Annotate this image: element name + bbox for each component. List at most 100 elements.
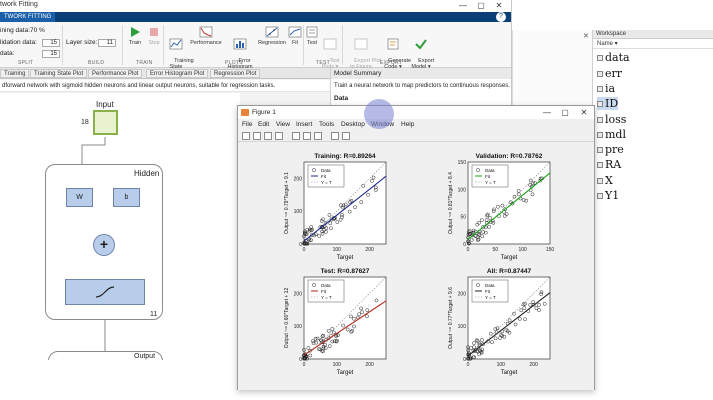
generate-code-icon [387,38,399,50]
fit-icon [288,26,302,38]
tab-performance-plot[interactable]: Performance Plot [88,69,143,78]
tab-network-fitting[interactable]: TWORK FITTING [0,12,56,22]
menu-edit[interactable]: Edit [258,120,269,130]
legend-label: Y = T [485,295,496,300]
tab-training-state-plot[interactable]: Training State Plot [30,69,88,78]
section-split: SPLIT [18,60,34,66]
network-description: dforward network with sigmoid hidden neu… [0,80,330,92]
workspace-name-column[interactable]: Name ▾ [593,39,713,49]
regression-button[interactable]: Regression [257,26,287,46]
variable-icon [597,86,603,92]
legend-label: Y = T [321,295,332,300]
legend-label: Data [321,168,331,173]
performance-icon [199,26,213,38]
workspace-item[interactable]: ia [597,82,615,95]
hidden-label: Hidden [134,169,160,178]
layer-size-label: Layer size: [66,39,98,46]
fit-button[interactable]: Fit [288,26,302,46]
plot-title: Validation: R=0.78762 [476,153,543,160]
figure-toolbar [238,131,594,142]
training-data-value[interactable]: 70 % [30,27,45,34]
workspace-item[interactable]: pre [597,143,624,156]
training-state-icon [169,38,183,50]
workspace-item[interactable]: loss [597,113,626,126]
x-axis-label: Target [337,255,354,261]
legend-label: Data [485,283,495,288]
export-plot-icon [354,38,368,50]
y-tick-label: 200 [458,291,467,297]
workspace-item[interactable]: err [597,67,622,80]
section-test: TEST [316,60,330,66]
maximize-button[interactable]: ▢ [473,0,489,12]
variable-icon [597,193,603,199]
legend-label: Data [485,168,495,173]
print-icon[interactable] [275,132,283,140]
x-tick-label: 200 [365,362,374,368]
menu-desktop[interactable]: Desktop [341,120,365,130]
tab-training[interactable]: Training [0,69,30,78]
help-icon[interactable]: ? [496,12,506,22]
layer-size-field[interactable]: 11 [98,39,116,47]
x-tick-label: 150 [546,247,555,253]
workspace-item[interactable]: mdl [597,128,626,141]
menu-insert[interactable]: Insert [296,120,312,130]
y-tick-label: 200 [294,176,303,182]
variable-icon [597,162,603,168]
pointer-icon[interactable] [331,132,339,140]
workspace-item-selected[interactable]: ID [597,97,619,110]
menu-tools[interactable]: Tools [319,120,334,130]
menu-file[interactable]: File [242,120,252,130]
y-tick-label: 100 [294,209,303,215]
stop-button[interactable]: Stop [146,26,162,46]
workspace-item[interactable]: X [597,174,613,187]
section-train: TRAIN [136,60,153,66]
network-diagram: Input 18 Hidden W b + 11 Output [0,93,240,360]
workspace-item[interactable]: Y1 [597,189,619,202]
performance-button[interactable]: Performance [189,26,223,46]
train-button[interactable]: Train [125,26,145,46]
menu-view[interactable]: View [276,120,290,130]
insert-legend-icon[interactable] [314,132,322,140]
minimize-button[interactable]: — [455,0,471,12]
insert-colorbar-icon[interactable] [303,132,311,140]
link-plot-icon[interactable] [292,132,300,140]
tab-error-histogram-plot[interactable]: Error Histogram Plot [146,69,209,78]
legend-label: Y = T [485,180,496,185]
test-data-field[interactable]: 15 [42,50,60,58]
divider [163,25,164,65]
weight-box: W [66,188,93,207]
test-icon [306,26,318,38]
test-button[interactable]: Test [305,26,319,46]
stop-icon [150,28,158,36]
hidden-count: 11 [150,311,158,318]
new-figure-icon[interactable] [242,132,250,140]
save-icon[interactable] [264,132,272,140]
tab-regression-plot[interactable]: Regression Plot [210,69,261,78]
property-editor-icon[interactable] [342,132,350,140]
workspace-item[interactable]: data [597,51,630,64]
figure-minimize-button[interactable]: — [538,106,556,119]
y-tick-label: 0 [299,357,302,363]
editor-header-icons: ✕ [583,33,589,40]
x-axis-label: Target [501,370,518,376]
workspace-item[interactable]: RA [597,158,621,171]
figure-maximize-button[interactable]: ▢ [556,106,574,119]
checkmark-icon [415,39,427,50]
y-tick-label: 150 [458,160,467,166]
x-tick-label: 0 [303,362,306,368]
activation-box [65,279,145,305]
y-axis-label: Output ~= 0.66*Target + 12 [284,288,290,349]
y-axis-label: Output ~= 0.79*Target + 9.1 [284,172,290,234]
sigmoid-icon [95,286,115,298]
x-tick-label: 100 [518,247,527,253]
menu-help[interactable]: Help [401,120,414,130]
play-icon [131,27,140,37]
divider [122,25,123,65]
figure-close-button[interactable]: ✕ [575,106,593,119]
x-tick-label: 0 [303,247,306,253]
svg-text:✕: ✕ [583,33,589,40]
variable-icon [597,117,603,123]
open-file-icon[interactable] [253,132,261,140]
validation-data-field[interactable]: 15 [42,39,60,47]
close-button[interactable]: ✕ [491,0,507,12]
